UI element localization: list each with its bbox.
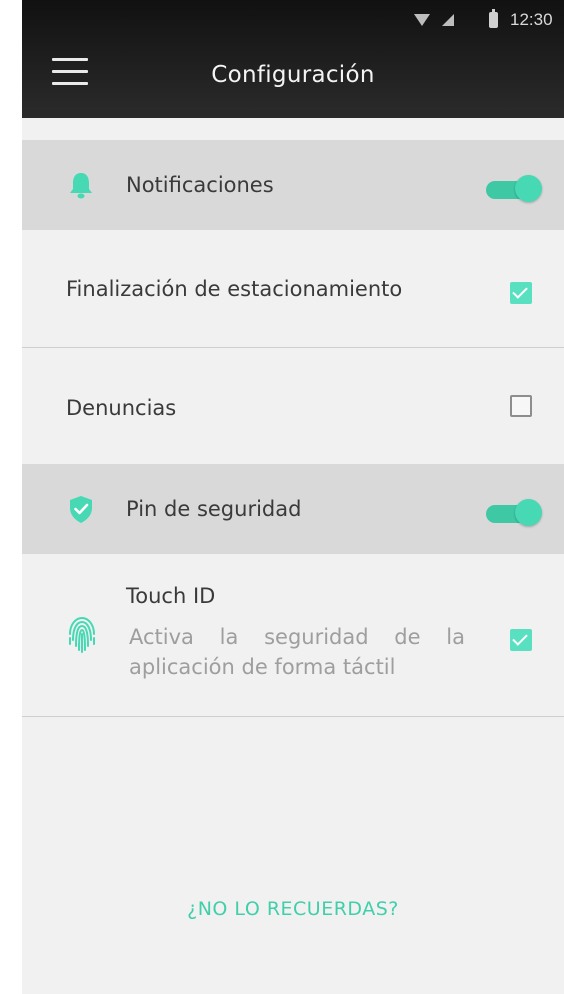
fingerprint-icon — [69, 616, 95, 653]
list-item-denuncias[interactable]: Denuncias — [22, 348, 564, 464]
touch-id-title: Touch ID — [126, 584, 216, 608]
notifications-section-header: Notificaciones — [22, 140, 564, 230]
touch-id-checkbox[interactable] — [510, 629, 532, 651]
bell-icon — [70, 173, 92, 199]
touch-id-description: Activa la seguridad de la aplicación de … — [129, 625, 465, 679]
top-bar: 12:30 Configuración — [22, 0, 564, 118]
wifi-icon — [414, 14, 430, 26]
finalizacion-label: Finalización de estacionamiento — [66, 277, 403, 301]
status-time: 12:30 — [510, 10, 553, 29]
app-bar: Configuración — [22, 40, 564, 118]
finalizacion-checkbox[interactable] — [510, 282, 532, 304]
divider — [22, 716, 564, 717]
shield-check-icon — [70, 496, 92, 523]
notifications-label: Notificaciones — [126, 173, 274, 197]
settings-screen: 12:30 Configuración Notificaciones Final… — [22, 0, 564, 994]
list-item-finalizacion[interactable]: Finalización de estacionamiento — [22, 230, 564, 348]
denuncias-checkbox[interactable] — [510, 395, 532, 417]
signal-icon — [442, 14, 454, 26]
page-title: Configuración — [211, 62, 375, 88]
battery-icon — [489, 9, 498, 28]
security-label: Pin de seguridad — [126, 497, 302, 521]
security-section-header: Pin de seguridad — [22, 464, 564, 554]
security-pin-toggle[interactable] — [486, 499, 542, 526]
denuncias-label: Denuncias — [66, 396, 177, 420]
list-item-touch-id[interactable]: Touch ID Activa la seguridad de la aplic… — [22, 554, 564, 716]
status-bar: 12:30 — [22, 0, 564, 40]
forgot-pin-link[interactable]: ¿NO LO RECUERDAS? — [22, 898, 564, 920]
notifications-toggle[interactable] — [486, 175, 542, 202]
